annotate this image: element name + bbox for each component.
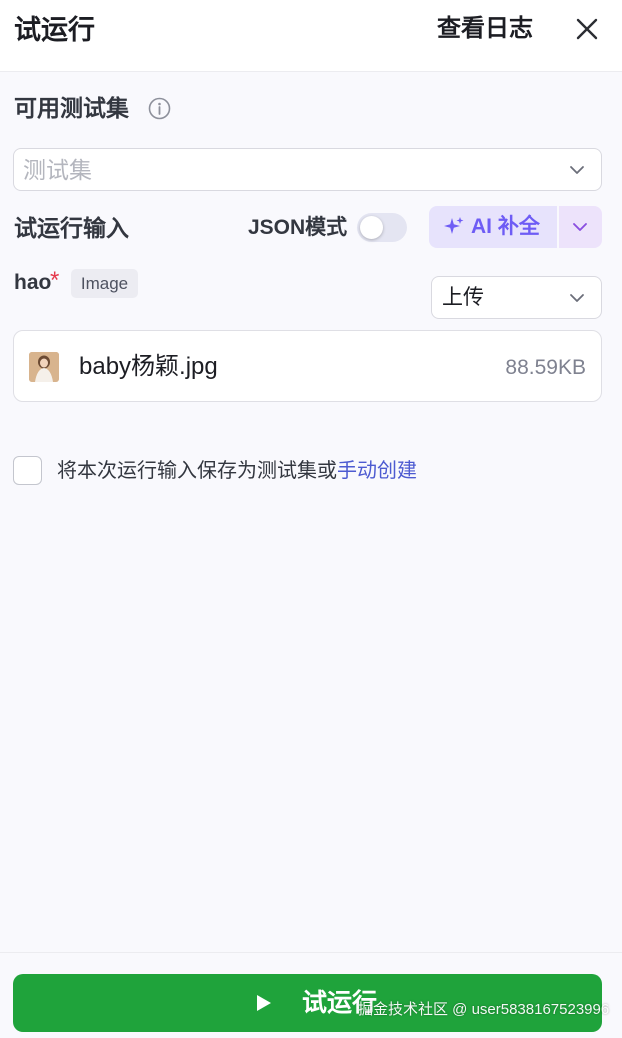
ai-complete-button[interactable]: AI 补全 bbox=[429, 206, 557, 248]
close-icon bbox=[576, 18, 598, 40]
testset-select[interactable]: 测试集 bbox=[13, 148, 602, 191]
json-mode-toggle[interactable] bbox=[357, 213, 407, 242]
play-icon bbox=[257, 995, 271, 1011]
view-log-button[interactable]: 查看日志 bbox=[437, 11, 533, 47]
save-testset-label: 将本次运行输入保存为测试集或 bbox=[57, 460, 337, 482]
testset-placeholder: 测试集 bbox=[23, 157, 92, 183]
save-testset-checkbox[interactable] bbox=[13, 456, 42, 485]
sparkle-icon bbox=[444, 217, 464, 234]
chevron-down-icon bbox=[570, 294, 584, 302]
panel-title: 试运行 bbox=[14, 15, 95, 45]
chevron-down-icon bbox=[570, 166, 584, 174]
close-button[interactable] bbox=[570, 12, 604, 46]
testset-label: 可用测试集 bbox=[14, 95, 129, 121]
chevron-down-icon bbox=[573, 223, 587, 231]
file-size: 88.59KB bbox=[505, 356, 586, 379]
upload-mode-value: 上传 bbox=[442, 286, 484, 309]
image-thumbnail bbox=[29, 352, 59, 382]
ai-complete-dropdown[interactable] bbox=[559, 206, 602, 248]
run-input-label: 试运行输入 bbox=[14, 215, 129, 241]
type-tag: Image bbox=[71, 269, 138, 298]
toggle-knob bbox=[360, 216, 383, 239]
uploaded-file-card[interactable]: baby杨颖.jpg 88.59KB bbox=[13, 330, 602, 402]
field-name: hao bbox=[14, 271, 52, 294]
info-icon[interactable] bbox=[148, 97, 171, 120]
upload-mode-select[interactable]: 上传 bbox=[431, 276, 602, 319]
manual-create-link[interactable]: 手动创建 bbox=[337, 460, 417, 482]
json-mode-label: JSON模式 bbox=[248, 216, 348, 239]
footer-divider bbox=[0, 952, 622, 953]
file-name: baby杨颖.jpg bbox=[79, 353, 218, 380]
panel-header: 试运行 查看日志 bbox=[0, 0, 622, 72]
save-testset-text: 将本次运行输入保存为测试集或手动创建 bbox=[57, 456, 417, 486]
ai-complete-label: AI 补全 bbox=[471, 215, 540, 238]
watermark: 掘金技术社区 @ user5838167523996 bbox=[358, 1001, 610, 1018]
required-mark: * bbox=[50, 267, 60, 294]
